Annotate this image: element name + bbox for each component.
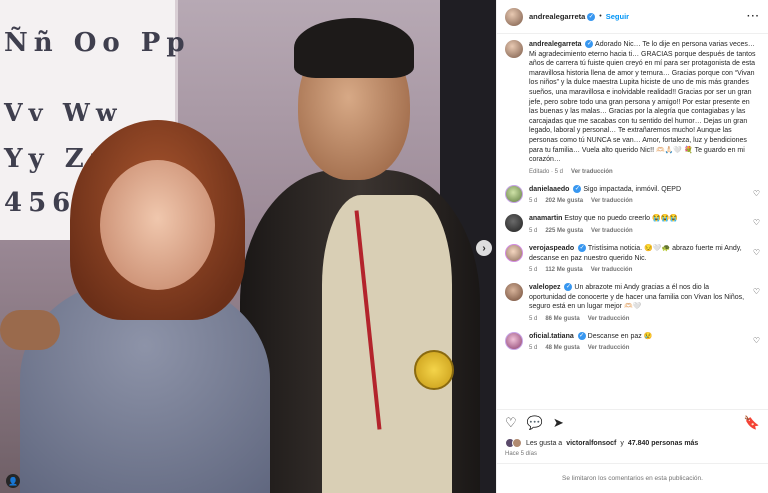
comment-body: Estoy que no puedo creerlo 😭😭😭: [564, 215, 679, 223]
more-options-icon[interactable]: ···: [747, 11, 760, 22]
like-comment-heart-icon[interactable]: ♡: [753, 189, 760, 198]
post-header: andrealegarreta ✓ • Seguir ···: [497, 0, 768, 34]
comment-likes[interactable]: 86 Me gusta: [545, 316, 579, 322]
post-actions-bar: ♡ 💬 ➤ 🔖: [497, 409, 768, 435]
comment-age: 5 d: [529, 315, 538, 322]
see-translation-link[interactable]: Ver traducción: [591, 267, 633, 273]
board-row: Ññ Oo Pp: [4, 28, 191, 58]
post-date: Hace 5 días: [505, 451, 538, 457]
share-send-icon[interactable]: ➤: [553, 416, 564, 429]
like-comment-heart-icon[interactable]: ♡: [753, 287, 760, 296]
avatar[interactable]: [505, 283, 523, 302]
likes-connector: y: [620, 439, 624, 447]
comment-text: anamartin Estoy que no puedo creerlo 😭😭😭: [529, 214, 746, 224]
likes-summary: Les gusta a victoralfonsocf y 47.840 per…: [497, 435, 768, 451]
comment-age: 5 d: [529, 267, 538, 274]
comment-likes[interactable]: 225 Me gusta: [545, 228, 583, 234]
woman-face: [100, 160, 215, 290]
avatar[interactable]: [505, 214, 523, 233]
save-bookmark-icon[interactable]: 🔖: [744, 416, 760, 429]
user-tag-icon[interactable]: 👤: [6, 474, 20, 488]
post-photo[interactable]: Ññ Oo Pp Vv Ww Yy Zz 4567 › 👤: [0, 0, 496, 493]
comment-likes[interactable]: 112 Me gusta: [545, 267, 582, 273]
caption: andrealegarreta ✓ Adorado Nic… Te lo dij…: [505, 40, 760, 175]
comment-item: oficial.tatiana ✓ Descanse en paz 😢 5 d …: [505, 331, 760, 351]
caption-meta: Editado · 5 d Ver traducción: [529, 169, 760, 175]
see-translation-link[interactable]: Ver traducción: [588, 345, 630, 351]
comment-item: valelopez ✓ Un abrazote mi Andy gracias …: [505, 283, 760, 322]
man-shirt: [322, 195, 452, 493]
like-comment-heart-icon[interactable]: ♡: [753, 218, 760, 227]
comment-item: verojaspeado ✓ Tristísima noticia. 😔🤍🐢 a…: [505, 243, 760, 273]
comment-text: valelopez ✓ Un abrazote mi Andy gracias …: [529, 283, 746, 312]
likes-count[interactable]: 47.840 personas más: [628, 440, 698, 447]
likes-prefix: Les gusta a: [526, 439, 563, 447]
avatar[interactable]: [505, 7, 523, 26]
board-row: Vv Ww: [4, 98, 123, 127]
comments-list[interactable]: andrealegarreta ✓ Adorado Nic… Te lo dij…: [497, 34, 768, 409]
verified-badge-icon: ✓: [564, 283, 573, 292]
verified-badge-icon: ✓: [573, 184, 582, 193]
verified-badge-icon: ✓: [577, 332, 586, 341]
comment-username[interactable]: valelopez: [529, 284, 561, 291]
comment-meta: 5 d 202 Me gusta Ver traducción: [529, 198, 746, 204]
comment-bubble-icon[interactable]: 💬: [527, 416, 543, 429]
comment-body: Sigo impactada, inmóvil. QEPD: [583, 185, 682, 193]
caption-body: Adorado Nic… Te lo dije en persona varia…: [529, 41, 756, 164]
comment-text: verojaspeado ✓ Tristísima noticia. 😔🤍🐢 a…: [529, 244, 746, 263]
comment-meta: 5 d 86 Me gusta Ver traducción: [529, 316, 746, 322]
comment-meta: 5 d 112 Me gusta Ver traducción: [529, 267, 746, 273]
comment-item: danielaaedo ✓ Sigo impactada, inmóvil. Q…: [505, 184, 760, 204]
caption-username[interactable]: andrealegarreta: [529, 41, 582, 48]
see-translation-link[interactable]: Ver traducción: [571, 169, 613, 175]
comment-meta: 5 d 48 Me gusta Ver traducción: [529, 345, 746, 351]
comment-text: oficial.tatiana ✓ Descanse en paz 😢: [529, 332, 746, 342]
post-sidebar: andrealegarreta ✓ • Seguir ··· andrealeg…: [496, 0, 768, 493]
like-heart-icon[interactable]: ♡: [505, 416, 517, 429]
avatar[interactable]: [505, 184, 523, 203]
instagram-post-modal: Ññ Oo Pp Vv Ww Yy Zz 4567 › 👤 andrealega…: [0, 0, 768, 493]
edited-label: Editado · 5 d: [529, 168, 564, 175]
comment-likes[interactable]: 48 Me gusta: [545, 345, 579, 351]
verified-badge-icon: ✓: [587, 12, 596, 21]
next-image-arrow-icon[interactable]: ›: [476, 240, 492, 256]
separator-dot: •: [599, 13, 602, 20]
like-comment-heart-icon[interactable]: ♡: [753, 248, 760, 257]
caption-text: andrealegarreta ✓ Adorado Nic… Te lo dij…: [529, 40, 760, 165]
see-translation-link[interactable]: Ver traducción: [591, 198, 633, 204]
comment-username[interactable]: oficial.tatiana: [529, 333, 574, 340]
comment-meta: 5 d 225 Me gusta Ver traducción: [529, 228, 746, 234]
see-translation-link[interactable]: Ver traducción: [588, 316, 630, 322]
comment-body: Descanse en paz 😢: [587, 332, 653, 340]
arm: [0, 310, 60, 350]
comment-age: 5 d: [529, 198, 538, 205]
verified-badge-icon: ✓: [578, 244, 587, 253]
comment-text: danielaaedo ✓ Sigo impactada, inmóvil. Q…: [529, 184, 746, 195]
comment-username[interactable]: danielaaedo: [529, 186, 569, 193]
comment-username[interactable]: verojaspeado: [529, 245, 574, 252]
comment-age: 5 d: [529, 345, 538, 352]
see-translation-link[interactable]: Ver traducción: [591, 228, 633, 234]
comment-likes[interactable]: 202 Me gusta: [545, 198, 583, 204]
author-username[interactable]: andrealegarreta: [529, 12, 585, 21]
avatar[interactable]: [505, 331, 523, 350]
avatar: [512, 438, 522, 448]
man-hair: [294, 18, 414, 78]
yellow-badge: [414, 350, 454, 390]
likers-avatars: [505, 438, 522, 448]
avatar[interactable]: [505, 243, 523, 262]
avatar[interactable]: [505, 40, 523, 58]
follow-button[interactable]: Seguir: [606, 12, 629, 21]
comment-username[interactable]: anamartin: [529, 215, 562, 222]
comment-age: 5 d: [529, 227, 538, 234]
comment-body: Un abrazote mi Andy gracias a él nos dio…: [529, 284, 745, 311]
comment-item: anamartin Estoy que no puedo creerlo 😭😭😭…: [505, 214, 760, 234]
liker-username[interactable]: victoralfonsocf: [566, 440, 616, 447]
comments-limited-notice: Se limitaron los comentarios en esta pub…: [497, 463, 768, 493]
like-comment-heart-icon[interactable]: ♡: [753, 336, 760, 345]
verified-badge-icon: ✓: [585, 40, 594, 49]
